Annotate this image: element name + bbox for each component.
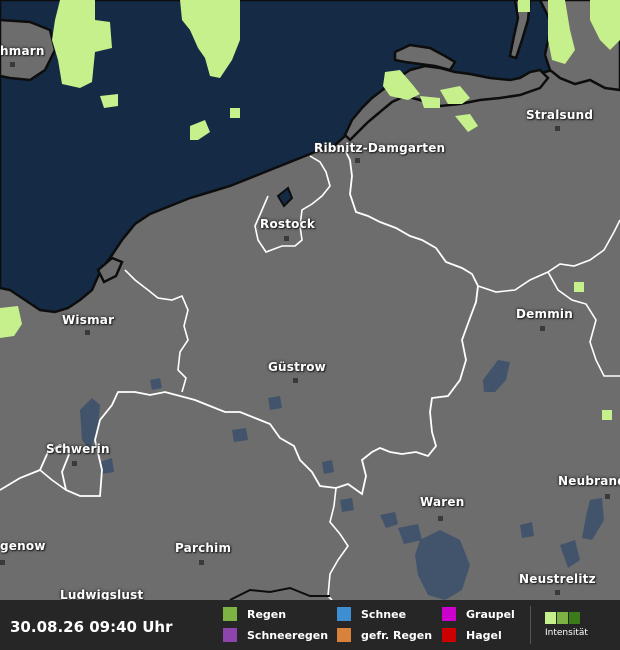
legend-label: Schnee [361, 607, 407, 621]
legend-divider [530, 606, 531, 644]
city-label: Waren [420, 495, 465, 509]
city-dot-neustrelitz [555, 590, 560, 595]
city-dot-neubrandenburg [605, 494, 610, 499]
city-dot-schwerin [72, 461, 77, 466]
city-label: Schwerin [46, 442, 110, 456]
intensity-swatch-light [545, 612, 556, 624]
freezing-rain-swatch [337, 628, 351, 642]
snow-swatch [337, 607, 351, 621]
city-label: Ribnitz-Damgarten [314, 141, 446, 155]
city-label: Stralsund [526, 108, 594, 122]
city-dot-parchim [199, 560, 204, 565]
intensity-swatch-heavy [569, 612, 580, 624]
city-dot-ribnitz [355, 158, 360, 163]
city-dot-waren [438, 516, 443, 521]
legend-item-snow: Schnee [337, 607, 406, 621]
city-label: Parchim [175, 541, 232, 555]
legend-item-rain: Regen [223, 607, 286, 621]
legend-item-graupel: Graupel [442, 607, 515, 621]
legend-label: gefr. Regen [361, 628, 433, 642]
city-label: hmarn [0, 44, 45, 58]
city-dot-guestrow [293, 378, 298, 383]
intensity-scale: Intensität [545, 612, 605, 638]
city-label: Demmin [516, 307, 573, 321]
city-label: Rostock [260, 217, 316, 231]
city-dot-fehmarn [10, 62, 15, 67]
city-label: Neustrelitz [519, 572, 596, 586]
timestamp: 30.08.26 09:40 Uhr [10, 618, 173, 636]
legend-item-sleet: Schneeregen [223, 628, 328, 642]
city-dot-wismar [85, 330, 90, 335]
sleet-swatch [223, 628, 237, 642]
legend-item-freezing-rain: gefr. Regen [337, 628, 432, 642]
rain-swatch [223, 607, 237, 621]
city-dot-rostock [284, 236, 289, 241]
graupel-swatch [442, 607, 456, 621]
city-dot-stralsund [555, 126, 560, 131]
intensity-swatches [545, 612, 605, 624]
legend-item-hail: Hagel [442, 628, 502, 642]
intensity-swatch-medium [557, 612, 568, 624]
city-label: Wismar [62, 313, 115, 327]
city-dot-demmin [540, 326, 545, 331]
intensity-label: Intensität [545, 628, 588, 638]
legend-label: Regen [247, 607, 287, 621]
legend-label: Hagel [466, 628, 502, 642]
hail-swatch [442, 628, 456, 642]
city-label: genow [0, 539, 46, 553]
city-label: Neubrand [558, 474, 620, 488]
legend-bar: 30.08.26 09:40 Uhr Regen Schneeregen Sch… [0, 600, 620, 650]
city-dot-grabow [0, 560, 5, 565]
legend-label: Graupel [466, 607, 515, 621]
city-label: Güstrow [268, 360, 326, 374]
legend-label: Schneeregen [247, 628, 329, 642]
